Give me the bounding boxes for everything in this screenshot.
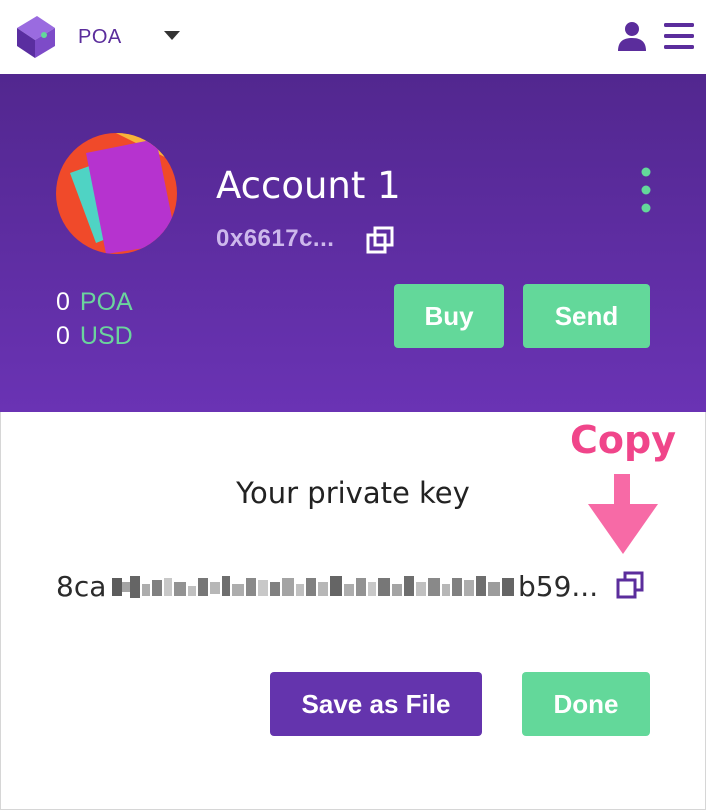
private-key-value[interactable]: 8ca b59... — [56, 570, 656, 606]
copy-icon[interactable] — [366, 226, 394, 254]
send-button[interactable]: Send — [523, 284, 650, 348]
account-panel: Account 1 0x6617c... 0 POA 0 USD Buy Send — [0, 74, 706, 412]
balance-poa: 0 POA — [56, 288, 133, 317]
copy-annotation-label: Copy — [570, 418, 676, 462]
balance-unit: POA — [79, 288, 133, 316]
private-key-end: b59... — [518, 570, 599, 603]
wallet-logo-icon — [17, 16, 55, 58]
balance-amount: 0 — [56, 322, 70, 350]
done-button[interactable]: Done — [522, 672, 650, 736]
account-address[interactable]: 0x6617c... — [216, 225, 334, 253]
private-key-title: Your private key — [236, 476, 470, 510]
caret-down-icon[interactable] — [162, 28, 182, 44]
account-name[interactable]: Account 1 — [216, 164, 401, 207]
network-label[interactable]: POA — [78, 26, 122, 49]
kebab-menu-icon[interactable] — [636, 166, 656, 218]
hamburger-menu-icon[interactable] — [664, 22, 694, 50]
balance-usd: 0 USD — [56, 322, 133, 351]
balance-unit: USD — [79, 322, 133, 350]
top-bar: POA — [0, 0, 706, 74]
save-as-file-button[interactable]: Save as File — [270, 672, 482, 736]
user-icon[interactable] — [616, 20, 648, 52]
account-avatar — [56, 133, 177, 254]
balance-amount: 0 — [56, 288, 70, 316]
buy-button[interactable]: Buy — [394, 284, 504, 348]
private-key-redaction — [112, 576, 516, 598]
private-key-start: 8ca — [56, 570, 107, 603]
copy-icon[interactable] — [616, 571, 644, 599]
